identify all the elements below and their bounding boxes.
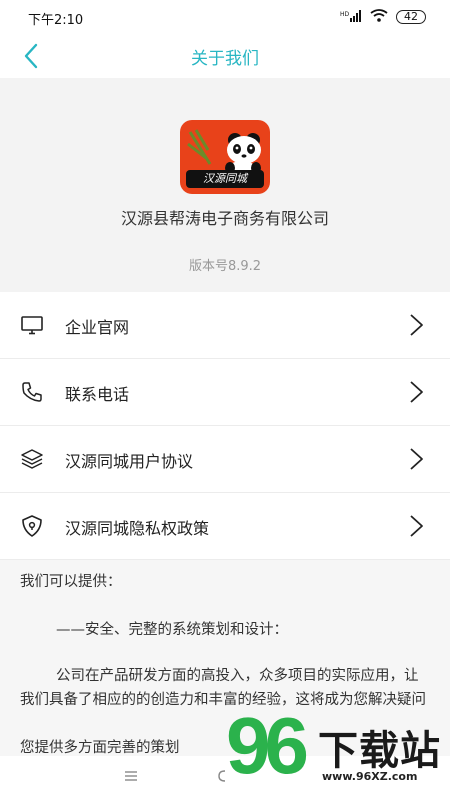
monitor-icon xyxy=(21,316,43,335)
menu-label-user-agreement: 汉源同城用户协议 xyxy=(65,452,194,471)
watermark-brand: 下载站 xyxy=(318,728,441,774)
shield-icon xyxy=(22,515,42,537)
status-bar: 下午2:10 HD 42 xyxy=(0,0,450,34)
menu-item-phone[interactable]: 联系电话 xyxy=(0,359,450,426)
status-icons: HD 42 xyxy=(340,9,426,25)
menu-item-privacy-policy[interactable]: 汉源同城隐私权政策 xyxy=(0,493,450,560)
app-header: 汉源同城 汉源县帮涛电子商务有限公司 版本号8.9.2 xyxy=(0,78,450,292)
phone-icon xyxy=(22,382,42,402)
battery-indicator: 42 xyxy=(396,10,426,24)
service-line: ——安全、完整的系统策划和设计： xyxy=(56,622,288,638)
intro-text: 我们可以提供： xyxy=(20,574,122,590)
wifi-icon xyxy=(370,9,388,25)
chevron-right-icon xyxy=(410,515,423,537)
menu-item-user-agreement[interactable]: 汉源同城用户协议 xyxy=(0,426,450,493)
status-time: 下午2:10 xyxy=(28,13,84,28)
watermark: 96 下载站 www.96XZ.com xyxy=(222,701,450,796)
app-logo: 汉源同城 xyxy=(180,120,270,194)
nav-bar: 关于我们 xyxy=(0,34,450,78)
menu-label-privacy-policy: 汉源同城隐私权政策 xyxy=(65,519,210,538)
menu-list: 企业官网 联系电话 汉源同城用户协议 汉源同城隐私权政策 xyxy=(0,292,450,560)
network-label: HD xyxy=(340,11,350,18)
chevron-right-icon xyxy=(410,448,423,470)
chevron-right-icon xyxy=(410,381,423,403)
menu-label-website: 企业官网 xyxy=(65,318,130,337)
menu-icon[interactable] xyxy=(124,770,138,782)
description-paragraph: 公司在产品研发方面的高投入，众多项目的实际应用，让我们具备了相应的的创造力和丰富… xyxy=(20,668,426,708)
signal-icon: HD xyxy=(340,9,362,25)
company-name: 汉源县帮涛电子商务有限公司 xyxy=(120,209,329,228)
version-label: 版本号8.9.2 xyxy=(188,259,262,274)
layers-icon xyxy=(21,449,43,469)
menu-item-website[interactable]: 企业官网 xyxy=(0,292,450,359)
watermark-number: 96 xyxy=(226,701,309,790)
logo-text: 汉源同城 xyxy=(186,170,264,188)
watermark-url: www.96XZ.com xyxy=(322,770,418,783)
chevron-right-icon xyxy=(410,314,423,336)
menu-label-phone: 联系电话 xyxy=(65,385,130,404)
page-title: 关于我们 xyxy=(191,49,259,69)
